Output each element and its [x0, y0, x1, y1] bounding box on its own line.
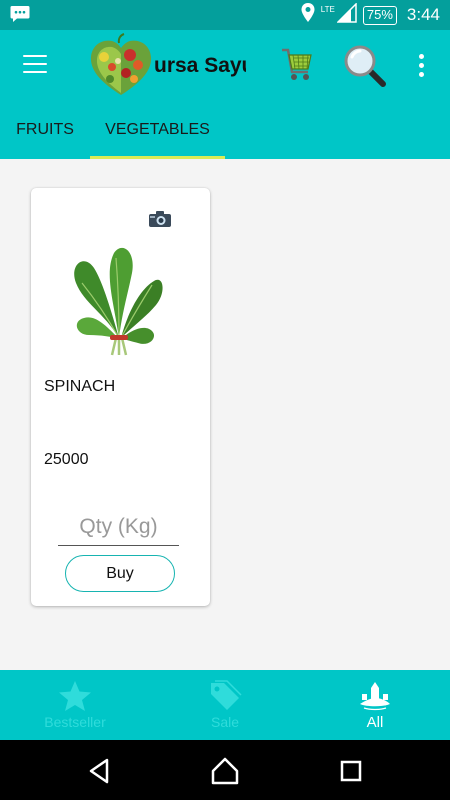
system-navigation-bar [0, 740, 450, 800]
nav-all-label: All [366, 714, 384, 731]
tab-vegetables[interactable]: VEGETABLES [90, 101, 225, 159]
menu-icon[interactable] [23, 55, 47, 75]
star-icon [58, 680, 92, 712]
buy-button[interactable]: Buy [65, 555, 175, 592]
category-tabs: FRUITS VEGETABLES [0, 101, 450, 159]
cart-icon[interactable] [280, 44, 314, 84]
spinach-image [64, 243, 164, 358]
bottom-navigation: Bestseller Sale All [0, 670, 450, 740]
nav-bestseller[interactable]: Bestseller [0, 670, 150, 740]
product-list: SPINACH 25000 Buy [0, 159, 450, 670]
clock: 3:44 [406, 5, 440, 24]
message-notification-icon [10, 5, 30, 28]
battery-indicator: 75% [362, 5, 397, 25]
signal-icon [336, 1, 357, 28]
camera-icon[interactable] [148, 210, 172, 228]
qty-input[interactable] [58, 508, 179, 546]
app-bar: ursa Sayur [0, 30, 450, 101]
nav-bestseller-label: Bestseller [44, 714, 106, 730]
network-type: LTE [320, 4, 335, 14]
nav-sale-label: Sale [210, 714, 240, 730]
product-card: SPINACH 25000 Buy [31, 188, 210, 606]
status-bar: LTE 75% 3:44 [0, 0, 450, 30]
nav-all[interactable]: All [300, 670, 450, 740]
location-icon [301, 2, 315, 28]
home-icon[interactable] [210, 756, 240, 786]
app-title: ursa Sayur [154, 54, 246, 77]
product-price: 25000 [44, 451, 89, 468]
island-icon [358, 680, 392, 712]
product-name: SPINACH [44, 378, 116, 395]
back-icon[interactable] [85, 756, 115, 786]
overflow-menu-icon[interactable] [419, 54, 425, 78]
tab-fruits[interactable]: FRUITS [0, 101, 90, 159]
nav-sale[interactable]: Sale [150, 670, 300, 740]
tag-icon [208, 680, 242, 712]
logo-icon [88, 33, 154, 99]
search-icon[interactable] [343, 44, 387, 88]
recents-icon[interactable] [336, 756, 366, 786]
